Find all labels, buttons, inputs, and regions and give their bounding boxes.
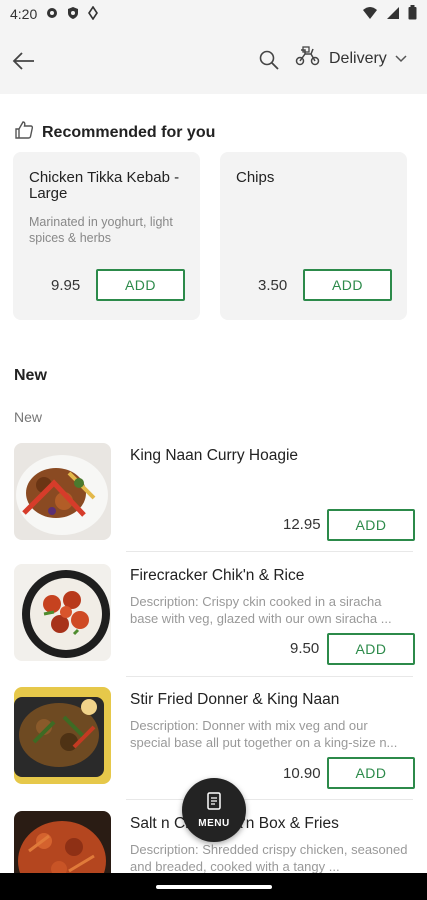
thumbs-up-icon (14, 120, 34, 145)
divider (126, 551, 413, 552)
menu-item-description: Description: Shredded crispy chicken, se… (130, 841, 410, 873)
menu-item-image (14, 687, 111, 784)
wifi-icon (362, 6, 378, 23)
menu-item-description: Description: Donner with mix veg and our… (130, 717, 410, 751)
category-subtitle: New (14, 409, 43, 425)
recommended-item-name: Chips (236, 169, 275, 186)
battery-icon (408, 5, 417, 23)
menu-item[interactable]: Firecracker Chik'n & Rice Description: C… (0, 560, 427, 680)
add-button[interactable]: ADD (327, 509, 415, 541)
menu-item-title: Stir Fried Donner & King Naan (130, 691, 340, 708)
delivery-scooter-icon (295, 46, 321, 71)
add-button[interactable]: ADD (303, 269, 392, 301)
menu-item-description-text: Description: Donner with mix veg and our… (130, 718, 398, 750)
menu-item-description: Description: Crispy ckin cooked in a sir… (130, 593, 410, 627)
status-bar: 4:20 (0, 0, 427, 28)
recommended-heading: Recommended for you (14, 120, 215, 145)
menu-item-price: 10.90 (283, 765, 321, 782)
recommended-item-name: Chicken Tikka Kebab - Large (29, 169, 180, 202)
add-button[interactable]: ADD (96, 269, 185, 301)
menu-item-image (14, 564, 111, 661)
add-button[interactable]: ADD (327, 633, 415, 665)
app-bar: Delivery (0, 28, 427, 94)
menu-item-description-text: Description: Crispy ckin cooked in a sir… (130, 594, 392, 626)
section-title: New (14, 367, 47, 384)
status-time: 4:20 (10, 6, 38, 22)
search-icon[interactable] (259, 50, 279, 75)
recommended-item-price: 3.50 (258, 277, 288, 294)
menu-item[interactable]: King Naan Curry Hoagie 12.95 ADD (0, 440, 427, 560)
menu-document-icon (207, 791, 221, 813)
divider (126, 676, 413, 677)
settings-icon (45, 6, 59, 23)
system-navigation-bar (0, 873, 427, 900)
recommended-item-description: Marinated in yoghurt, light spices & her… (29, 215, 173, 245)
shield-icon (67, 6, 79, 23)
chevron-down-icon (395, 50, 407, 68)
add-button[interactable]: ADD (327, 757, 415, 789)
back-arrow-icon[interactable] (12, 49, 36, 73)
menu-item-price: 12.95 (283, 516, 321, 533)
recommended-title: Recommended for you (42, 123, 216, 141)
recommended-item-price: 9.95 (51, 277, 81, 294)
menu-item-price: 9.50 (290, 640, 320, 657)
recommended-card[interactable]: Chicken Tikka Kebab - Large Marinated in… (13, 152, 200, 320)
divider (126, 799, 413, 800)
home-gesture-handle[interactable] (156, 885, 272, 889)
delivery-mode-selector[interactable]: Delivery (295, 46, 407, 71)
menu-item-image (14, 443, 111, 540)
menu-item-title: Firecracker Chik'n & Rice (130, 567, 305, 584)
recommended-card[interactable]: Chips 3.50 ADD (220, 152, 407, 320)
data-saver-icon (87, 5, 99, 23)
menu-item-image (14, 811, 111, 873)
menu-item-title: King Naan Curry Hoagie (130, 447, 299, 464)
signal-icon (386, 6, 400, 23)
menu-button[interactable]: MENU (182, 778, 246, 842)
delivery-label: Delivery (329, 49, 387, 67)
menu-button-label: MENU (198, 817, 230, 829)
menu-item-description-text: Description: Shredded crispy chicken, se… (130, 842, 408, 873)
